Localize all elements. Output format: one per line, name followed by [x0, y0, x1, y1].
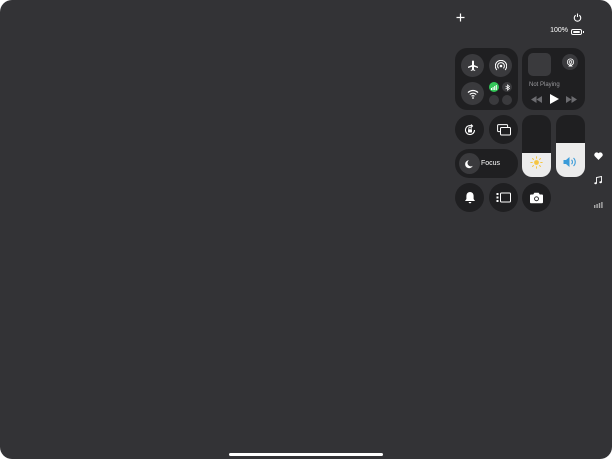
- battery-percentage: 100%: [550, 27, 568, 34]
- battery-nub: [583, 31, 584, 33]
- camera-button[interactable]: [522, 183, 551, 212]
- airplane-icon: [467, 60, 478, 71]
- screen-mirroring-icon: [496, 123, 511, 135]
- focus-label: Focus: [481, 160, 501, 167]
- forward-icon: [565, 95, 577, 103]
- heart-icon[interactable]: [592, 150, 604, 162]
- silent-mode-button[interactable]: [455, 183, 484, 212]
- battery-icon: [571, 29, 582, 35]
- camera-icon: [530, 192, 543, 203]
- screen-mirroring-button[interactable]: [489, 115, 518, 144]
- stage-manager-icon: [496, 192, 511, 203]
- speaker-icon: [563, 157, 576, 167]
- brightness-slider[interactable]: [522, 115, 551, 177]
- power-icon[interactable]: [572, 12, 583, 23]
- hotspot-button[interactable]: [489, 95, 499, 105]
- now-playing-status: Not Playing: [529, 82, 560, 88]
- rotation-lock-icon: [464, 123, 475, 135]
- cellular-data-button[interactable]: [489, 82, 499, 92]
- control-center-screen: 100% Not Playing Focus: [0, 0, 612, 459]
- rewind-button[interactable]: [530, 94, 542, 104]
- airplay-icon: [566, 57, 574, 67]
- plus-icon[interactable]: [455, 12, 466, 23]
- rotation-lock-button[interactable]: [455, 115, 484, 144]
- moon-icon: [464, 159, 473, 168]
- play-icon: [549, 94, 559, 104]
- cellular-icon: [491, 84, 497, 90]
- battery-fill: [573, 31, 580, 33]
- wifi-button[interactable]: [461, 82, 484, 105]
- vpn-button[interactable]: [502, 95, 512, 105]
- bluetooth-icon: [504, 83, 510, 91]
- bluetooth-button[interactable]: [502, 82, 512, 92]
- focus-icon-circle: [459, 153, 480, 174]
- play-button[interactable]: [548, 93, 560, 105]
- sun-icon: [530, 156, 543, 169]
- music-note-icon[interactable]: [592, 174, 604, 186]
- album-art-placeholder: [528, 53, 551, 76]
- airdrop-icon: [494, 59, 507, 70]
- airplane-mode-button[interactable]: [461, 54, 484, 77]
- airplay-button[interactable]: [562, 54, 578, 70]
- wifi-icon: [467, 89, 478, 99]
- volume-slider[interactable]: [556, 115, 585, 177]
- forward-button[interactable]: [565, 94, 577, 104]
- signal-icon[interactable]: [592, 198, 604, 210]
- airdrop-button[interactable]: [489, 54, 512, 77]
- stage-manager-button[interactable]: [489, 183, 518, 212]
- rewind-icon: [530, 95, 542, 103]
- bell-icon: [464, 192, 475, 204]
- home-indicator[interactable]: [229, 453, 383, 456]
